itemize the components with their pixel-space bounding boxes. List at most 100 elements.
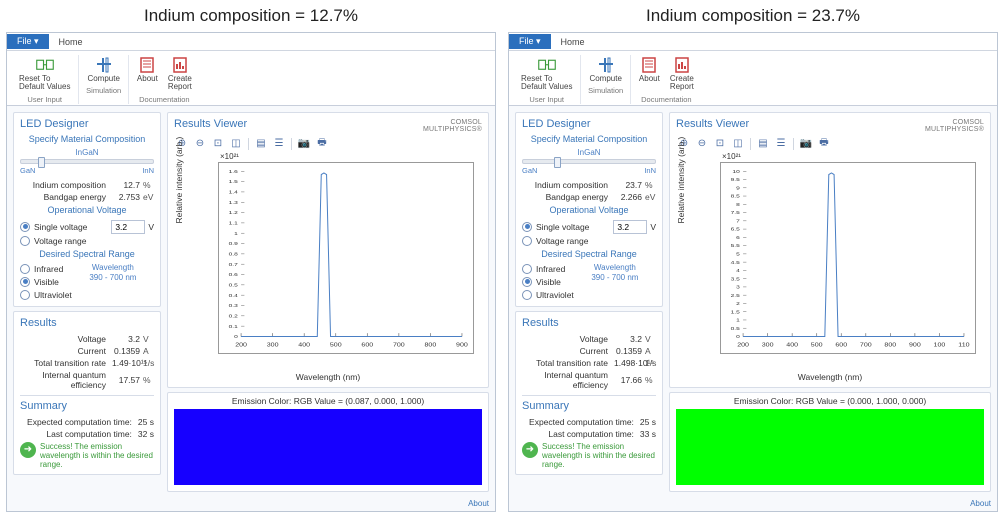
plot-area[interactable]: ×10²¹ Relative intensity (arb.) Waveleng… <box>676 152 984 382</box>
spec-title: Specify Material Composition <box>20 134 154 144</box>
report-button[interactable]: CreateReport <box>666 55 698 94</box>
legend-icon[interactable]: ☰ <box>775 138 787 150</box>
zoom-box-icon[interactable]: ◫ <box>230 138 242 150</box>
single-voltage[interactable]: Single voltage V <box>522 219 656 235</box>
radio-icon <box>20 290 30 300</box>
svg-text:800: 800 <box>884 342 896 348</box>
svg-text:1: 1 <box>234 231 238 236</box>
voltage-input[interactable] <box>613 220 647 234</box>
alloy-label: InGaN <box>20 148 154 157</box>
designer-title: LED Designer <box>20 118 154 130</box>
slider-thumb[interactable] <box>38 157 45 168</box>
svg-text:200: 200 <box>737 342 749 348</box>
grid-icon[interactable]: ▤ <box>255 138 267 150</box>
success-icon: ➜ <box>20 442 36 458</box>
ribbon: Reset ToDefault ValuesUser InputComputeS… <box>509 51 997 106</box>
snapshot-icon[interactable]: 📷 <box>800 138 812 150</box>
brand-logo: COMSOLMULTIPHYSICS® <box>925 119 984 133</box>
svg-text:0.5: 0.5 <box>229 283 238 288</box>
file-menu[interactable]: File ▾ <box>509 34 551 49</box>
emission-swatch <box>174 409 482 485</box>
svg-text:5: 5 <box>736 252 740 257</box>
panel-heading: Indium composition = 23.7% <box>508 6 998 26</box>
report-icon <box>673 57 691 73</box>
success-text: Success! The emission wavelength is with… <box>40 442 154 470</box>
about-button[interactable]: About <box>635 55 664 94</box>
print-icon[interactable]: 🖶 <box>316 138 328 150</box>
svg-text:1.2: 1.2 <box>229 211 238 216</box>
snapshot-icon[interactable]: 📷 <box>298 138 310 150</box>
results-title: Results <box>20 317 154 329</box>
reset-icon <box>36 57 54 73</box>
legend-icon[interactable]: ☰ <box>273 138 285 150</box>
svg-text:4.5: 4.5 <box>731 260 740 265</box>
tab-home[interactable]: Home <box>49 35 93 49</box>
alloy-label: InGaN <box>522 148 656 157</box>
plot-toolbar: ⊕⊖⊡◫▤☰📷🖶 <box>678 138 984 150</box>
svg-text:3.5: 3.5 <box>731 277 740 282</box>
emission-swatch <box>676 409 984 485</box>
single-voltage[interactable]: Single voltage V <box>20 219 154 235</box>
grid-icon[interactable]: ▤ <box>757 138 769 150</box>
svg-text:0.8: 0.8 <box>229 252 238 257</box>
spectral-infrared[interactable]: Infrared <box>20 263 72 275</box>
reset-button[interactable]: Reset ToDefault Values <box>15 55 74 94</box>
zoom-out-icon[interactable]: ⊖ <box>194 138 206 150</box>
svg-text:0.3: 0.3 <box>229 304 238 309</box>
about-link[interactable]: About <box>509 498 997 511</box>
svg-text:1.4: 1.4 <box>229 190 239 195</box>
about-icon <box>640 57 658 73</box>
composition-slider[interactable] <box>522 159 656 164</box>
radio-icon <box>522 264 532 274</box>
svg-text:10: 10 <box>732 169 740 174</box>
svg-text:0.6: 0.6 <box>229 273 238 278</box>
app-window: File ▾ Home Reset ToDefault ValuesUser I… <box>6 32 496 512</box>
svg-text:400: 400 <box>786 342 798 348</box>
svg-text:0.2: 0.2 <box>229 314 238 319</box>
report-button[interactable]: CreateReport <box>164 55 196 94</box>
svg-text:3: 3 <box>736 285 740 290</box>
svg-text:1.3: 1.3 <box>229 200 238 205</box>
svg-text:700: 700 <box>393 342 405 348</box>
svg-text:300: 300 <box>762 342 774 348</box>
svg-text:0.1: 0.1 <box>229 324 238 329</box>
about-link[interactable]: About <box>7 498 495 511</box>
composition-slider[interactable] <box>20 159 154 164</box>
about-button[interactable]: About <box>133 55 162 94</box>
svg-text:8: 8 <box>736 202 740 207</box>
brand-logo: COMSOLMULTIPHYSICS® <box>423 119 482 133</box>
voltage-range[interactable]: Voltage range <box>522 235 656 247</box>
zoom-box-icon[interactable]: ◫ <box>732 138 744 150</box>
results-title: Results <box>522 317 656 329</box>
svg-text:400: 400 <box>298 342 310 348</box>
svg-text:0.9: 0.9 <box>229 242 238 247</box>
reset-button[interactable]: Reset ToDefault Values <box>517 55 576 94</box>
zoom-out-icon[interactable]: ⊖ <box>696 138 708 150</box>
spectral-infrared[interactable]: Infrared <box>522 263 574 275</box>
spectral-visible[interactable]: Visible <box>20 276 72 288</box>
plot-toolbar: ⊕⊖⊡◫▤☰📷🖶 <box>176 138 482 150</box>
plot-area[interactable]: ×10²¹ Relative intensity (arb.) Waveleng… <box>174 152 482 382</box>
zoom-fit-icon[interactable]: ⊡ <box>714 138 726 150</box>
summary-title: Summary <box>20 400 154 412</box>
file-menu[interactable]: File ▾ <box>7 34 49 49</box>
compute-button[interactable]: Compute <box>585 55 625 85</box>
spectral-ultraviolet[interactable]: Ultraviolet <box>522 289 574 301</box>
voltage-range[interactable]: Voltage range <box>20 235 154 247</box>
slider-thumb[interactable] <box>554 157 561 168</box>
spectral-visible[interactable]: Visible <box>522 276 574 288</box>
tab-home[interactable]: Home <box>551 35 595 49</box>
svg-text:6.5: 6.5 <box>731 227 740 232</box>
designer-title: LED Designer <box>522 118 656 130</box>
svg-text:300: 300 <box>267 342 279 348</box>
emission-title: Emission Color: RGB Value = (0.087, 0.00… <box>174 396 482 406</box>
print-icon[interactable]: 🖶 <box>818 138 830 150</box>
compute-button[interactable]: Compute <box>83 55 123 85</box>
radio-icon <box>522 277 532 287</box>
svg-text:200: 200 <box>235 342 247 348</box>
svg-text:4: 4 <box>736 268 741 273</box>
zoom-fit-icon[interactable]: ⊡ <box>212 138 224 150</box>
voltage-input[interactable] <box>111 220 145 234</box>
spectral-ultraviolet[interactable]: Ultraviolet <box>20 289 72 301</box>
radio-icon <box>20 277 30 287</box>
